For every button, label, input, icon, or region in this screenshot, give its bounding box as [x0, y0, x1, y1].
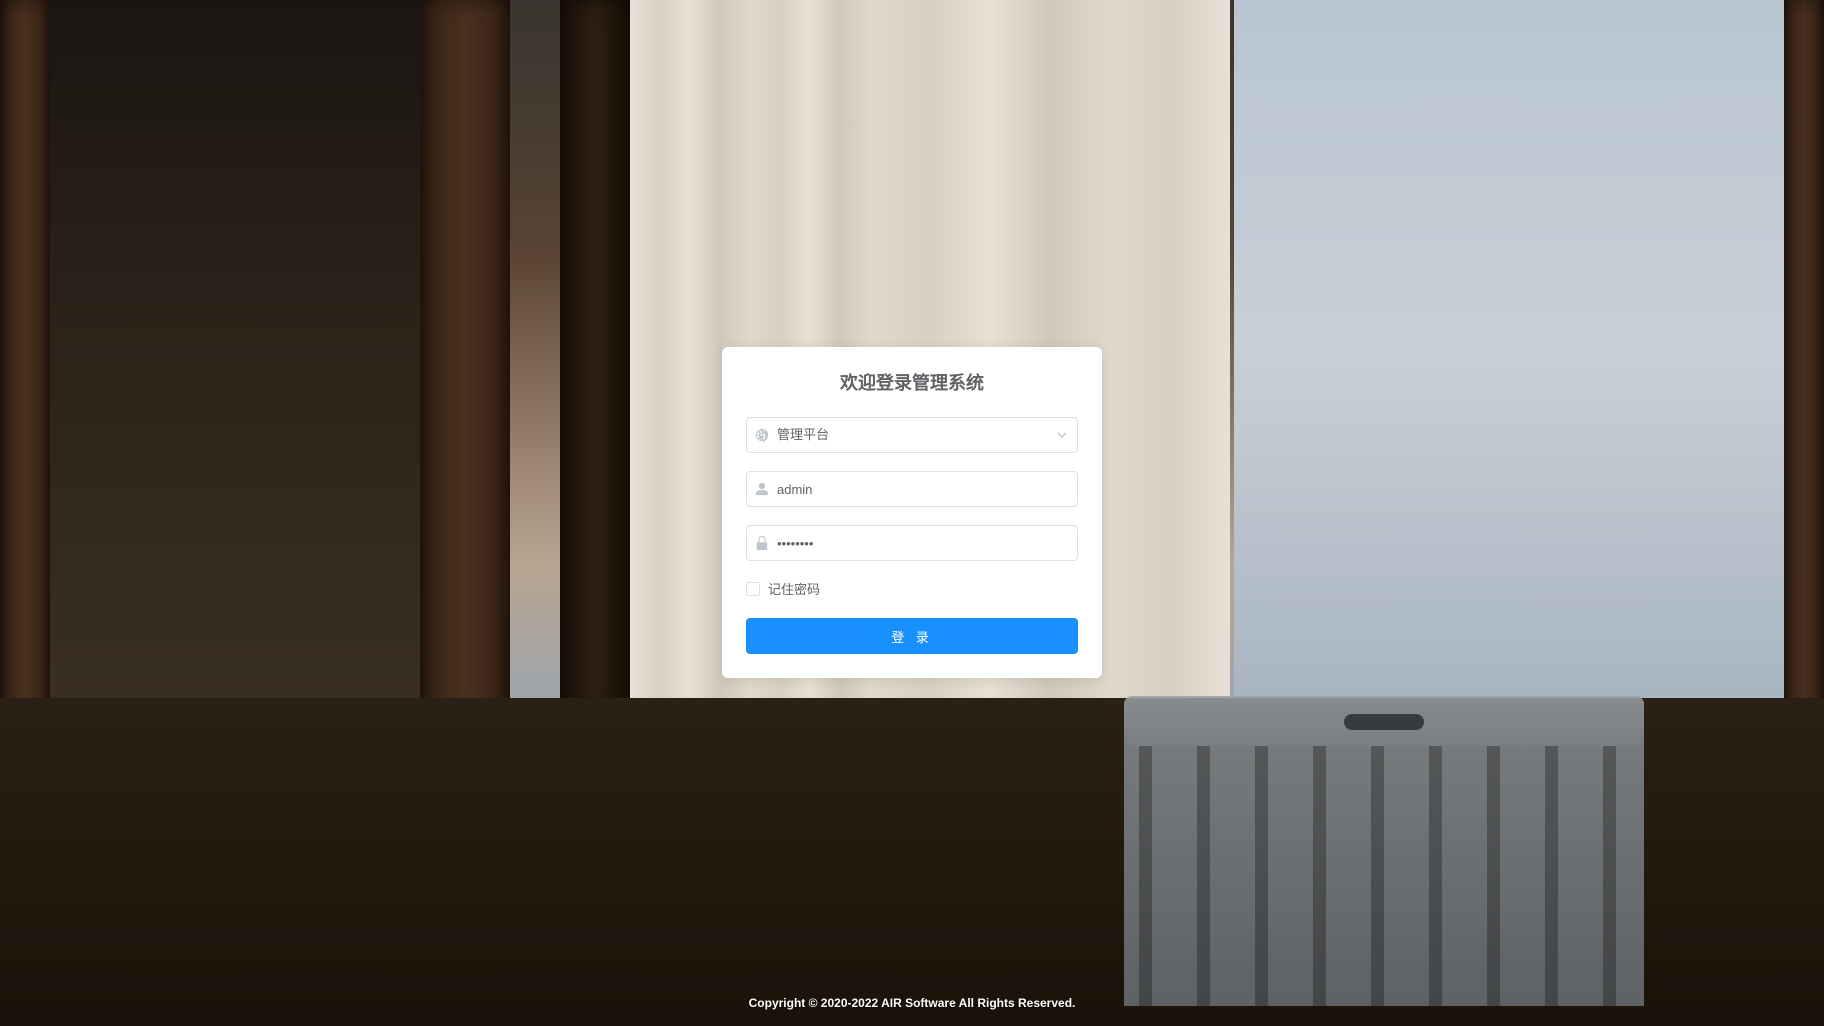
password-field	[746, 525, 1078, 561]
username-field	[746, 471, 1078, 507]
remember-checkbox[interactable]: 记住密码	[746, 579, 1078, 598]
lock-icon	[747, 536, 777, 550]
password-input[interactable]	[777, 526, 1077, 560]
platform-field: 管理平台	[746, 417, 1078, 453]
checkbox-box	[746, 582, 760, 596]
user-icon	[747, 482, 777, 496]
username-input[interactable]	[777, 472, 1077, 506]
footer-copyright: Copyright © 2020-2022 AIR Software All R…	[0, 996, 1824, 1010]
chevron-down-icon	[1047, 429, 1077, 441]
login-title: 欢迎登录管理系统	[746, 369, 1078, 395]
login-card: 欢迎登录管理系统 管理平台 记住	[722, 347, 1102, 678]
globe-icon	[747, 428, 777, 442]
platform-select[interactable]: 管理平台	[746, 417, 1078, 453]
platform-selected-value: 管理平台	[777, 418, 1047, 452]
login-button[interactable]: 登 录	[746, 618, 1078, 654]
remember-label: 记住密码	[768, 579, 820, 598]
